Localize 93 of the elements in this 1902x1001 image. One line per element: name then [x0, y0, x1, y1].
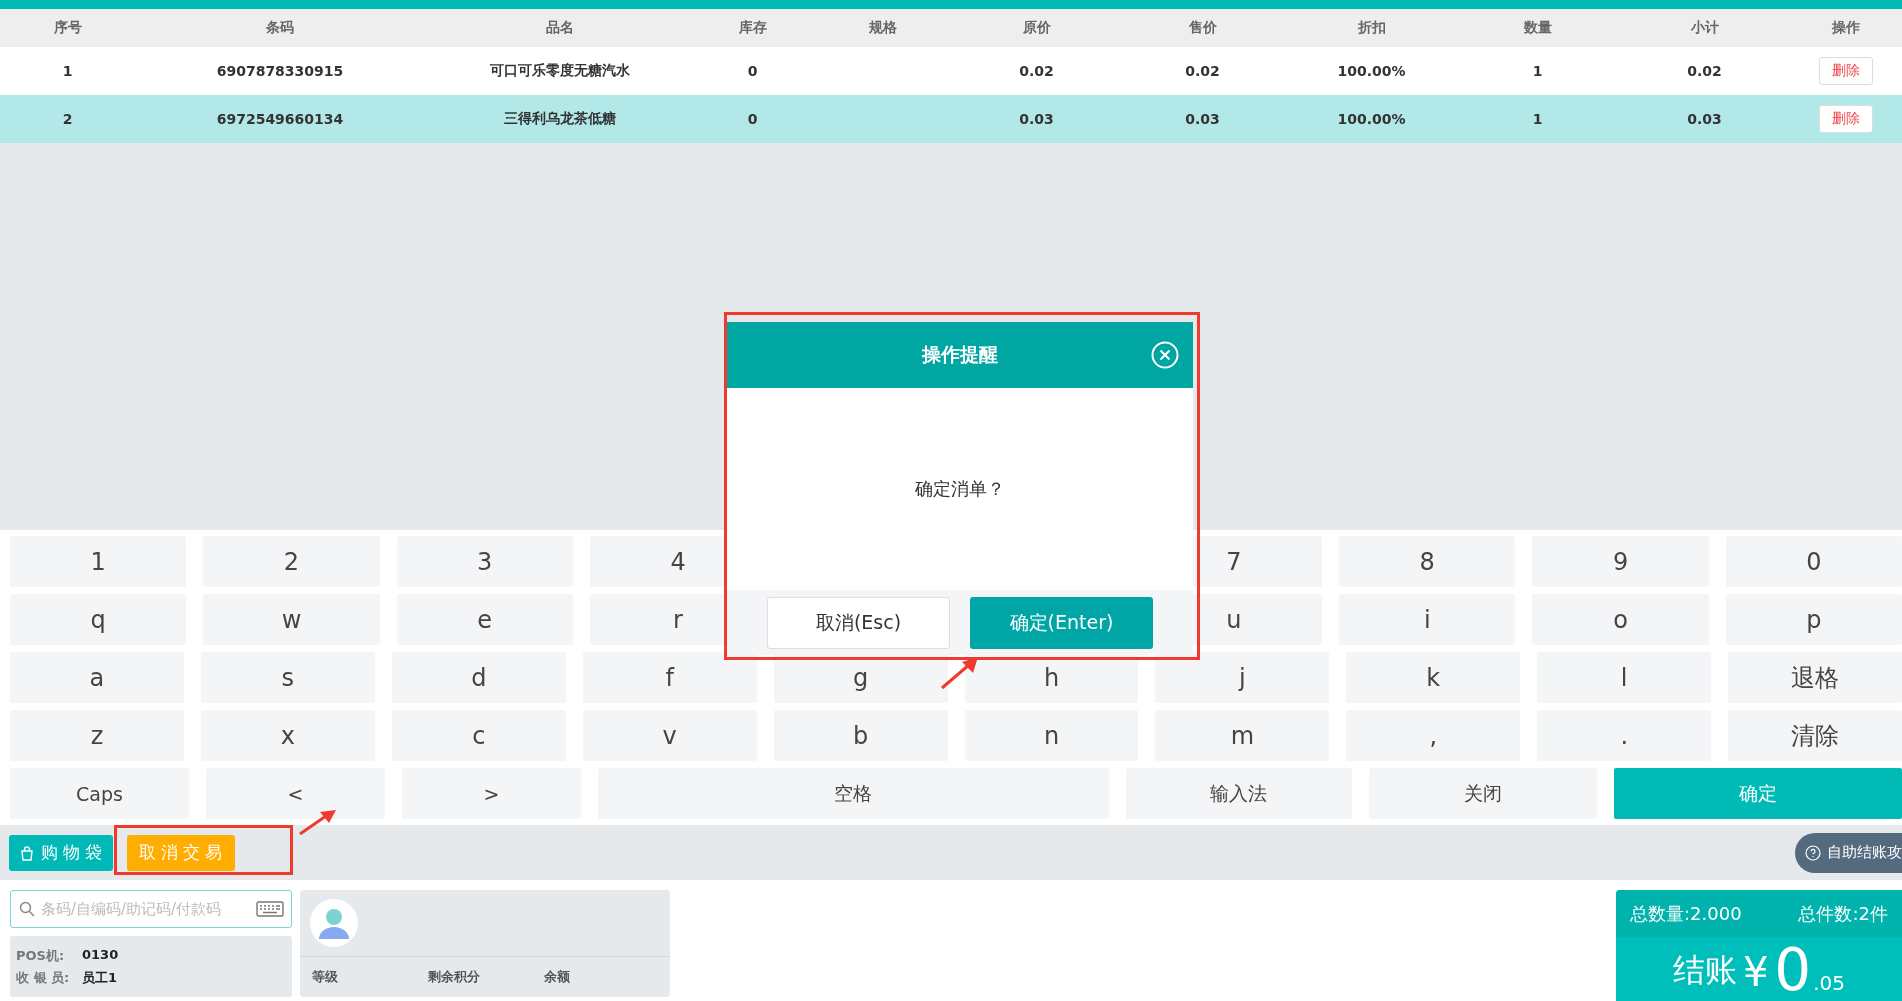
- keyboard-key[interactable]: >: [402, 768, 581, 819]
- keyboard-key[interactable]: 退格: [1728, 652, 1902, 703]
- table-cell-text: 0: [746, 63, 759, 79]
- search-field[interactable]: 条码/自编码/助记码/付款码: [10, 890, 292, 928]
- table-cell-text: 0.03: [1686, 111, 1723, 127]
- keyboard-key[interactable]: 3: [396, 536, 573, 587]
- column-header: 规格: [867, 19, 898, 37]
- info-value: 0130: [82, 946, 119, 964]
- table-cell-text: 6907878330915: [215, 63, 345, 79]
- member-field-label: 剩余积分: [428, 968, 481, 986]
- keyboard-key[interactable]: a: [10, 652, 184, 703]
- keyboard-icon[interactable]: [256, 901, 284, 917]
- keyboard-key[interactable]: 输入法: [1125, 768, 1353, 819]
- table-cell-text: 1: [61, 63, 74, 79]
- dialog-message: 确定消单？: [915, 477, 1005, 501]
- help-pill[interactable]: 自助结账攻: [1795, 832, 1902, 873]
- currency-sign: ¥: [1742, 949, 1769, 995]
- keyboard-key[interactable]: 8: [1339, 536, 1516, 587]
- cancel-button[interactable]: 取消(Esc): [767, 596, 950, 649]
- member-field-label: 余额: [544, 968, 571, 986]
- table-cell-text: 0: [746, 111, 759, 127]
- close-icon[interactable]: [1151, 341, 1179, 369]
- keyboard-key[interactable]: <: [206, 768, 385, 819]
- column-header: 原价: [1021, 19, 1052, 37]
- keyboard-key[interactable]: z: [10, 710, 184, 761]
- table-cell-text: 0.03: [1184, 111, 1221, 127]
- keyboard-key[interactable]: ,: [1346, 710, 1521, 761]
- keyboard-key[interactable]: q: [10, 594, 187, 645]
- table-row[interactable]: 2 6972549660134 三得利乌龙茶低糖 0 0.03 0.03 100.00% 1 0.03 删除: [0, 95, 1902, 143]
- keyboard-key[interactable]: 2: [203, 536, 380, 587]
- delete-button[interactable]: 删除: [1819, 57, 1873, 85]
- avatar-icon: [310, 899, 358, 947]
- checkout-label: 结账: [1672, 950, 1737, 991]
- table-cell-text: 0.02: [1018, 63, 1055, 79]
- keyboard-key[interactable]: k: [1346, 652, 1521, 703]
- keyboard-key[interactable]: 1: [10, 536, 187, 587]
- table-cell-text: 0.02: [1686, 63, 1723, 79]
- info-value: 员工1: [82, 968, 118, 987]
- table-cell-text: 0.03: [1018, 111, 1055, 127]
- column-header: 折扣: [1356, 19, 1387, 37]
- table-cell-text: 2: [61, 111, 74, 127]
- keyboard-key[interactable]: c: [391, 710, 566, 761]
- table-cell-text: 6972549660134: [215, 111, 345, 127]
- table-cell-text: 1: [1531, 63, 1544, 79]
- column-header: 小计: [1689, 19, 1720, 37]
- keyboard-key[interactable]: 空格: [598, 768, 1109, 819]
- member-field-label: 等级: [312, 968, 339, 986]
- amount-decimal: .05: [1813, 971, 1846, 995]
- table-cell-text: 1: [1531, 111, 1544, 127]
- keyboard-key[interactable]: s: [200, 652, 375, 703]
- help-icon: [1805, 844, 1821, 861]
- column-header: 品名: [545, 19, 575, 37]
- keyboard-key[interactable]: 关闭: [1369, 768, 1597, 819]
- info-label: POS机:: [16, 946, 66, 965]
- keyboard-key[interactable]: p: [1725, 594, 1902, 645]
- column-header: 操作: [1831, 19, 1861, 37]
- dialog-title: 操作提醒: [922, 342, 998, 367]
- column-header: 库存: [737, 19, 768, 37]
- keyboard-key[interactable]: n: [964, 710, 1139, 761]
- keyboard-key[interactable]: i: [1339, 594, 1516, 645]
- column-header: 条码: [265, 19, 295, 37]
- annotation-arrow: [298, 808, 338, 836]
- column-header: 数量: [1522, 19, 1553, 37]
- keyboard-key[interactable]: x: [200, 710, 375, 761]
- keyboard-key[interactable]: v: [582, 710, 757, 761]
- keyboard-key[interactable]: l: [1537, 652, 1712, 703]
- keyboard-key[interactable]: 清除: [1728, 710, 1902, 761]
- amount-integer: 0: [1774, 941, 1812, 999]
- delete-button[interactable]: 删除: [1819, 105, 1873, 133]
- keyboard-key[interactable]: Caps: [10, 768, 189, 819]
- column-header: 序号: [52, 19, 83, 37]
- column-header: 售价: [1187, 19, 1218, 37]
- keyboard-key[interactable]: 0: [1725, 536, 1902, 587]
- keyboard-key[interactable]: .: [1537, 710, 1712, 761]
- total-items: 总件数:2件: [1798, 901, 1888, 926]
- table-cell-text: 100.00%: [1336, 111, 1407, 127]
- keyboard-key[interactable]: b: [773, 710, 948, 761]
- total-quantity: 总数量:2.000: [1630, 901, 1742, 926]
- keyboard-key[interactable]: f: [582, 652, 757, 703]
- keyboard-key[interactable]: 9: [1532, 536, 1709, 587]
- table-row[interactable]: 1 6907878330915 可口可乐零度无糖汽水 0 0.02 0.02 100.00% 1 0.02 删除: [0, 47, 1902, 95]
- info-label: 收 银 员:: [16, 968, 71, 987]
- keyboard-key[interactable]: o: [1532, 594, 1709, 645]
- bag-icon: [19, 844, 35, 861]
- keyboard-key[interactable]: m: [1155, 710, 1330, 761]
- keyboard-key[interactable]: w: [203, 594, 380, 645]
- table-cell-text: 三得利乌龙茶低糖: [503, 110, 617, 128]
- table-cell-text: 可口可乐零度无糖汽水: [489, 62, 631, 80]
- table-cell-text: 100.00%: [1336, 63, 1407, 79]
- table-cell-text: 0.02: [1184, 63, 1221, 79]
- keyboard-key[interactable]: e: [396, 594, 573, 645]
- keyboard-key[interactable]: j: [1155, 652, 1330, 703]
- keyboard-key[interactable]: d: [391, 652, 566, 703]
